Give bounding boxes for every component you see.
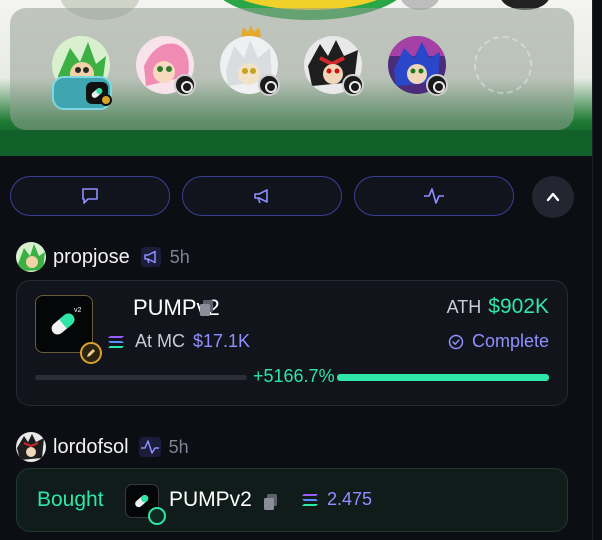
tab-announcements[interactable] — [182, 176, 342, 216]
hero-banner — [0, 0, 592, 156]
token-image[interactable] — [125, 484, 166, 525]
activity-icon — [138, 437, 161, 457]
status-text: Complete — [471, 331, 549, 351]
hero-band — [0, 130, 592, 156]
token-card[interactable]: v2 PUMPv2 At MC $17.1K ATH $902K Complet… — [16, 280, 568, 406]
username[interactable]: lordofsol — [53, 436, 129, 459]
status-badge: Complete — [448, 331, 549, 352]
avatar[interactable] — [16, 242, 46, 272]
scrollbar[interactable] — [592, 0, 602, 540]
copy-icon[interactable] — [263, 493, 279, 511]
amount-value: 2.475 — [327, 489, 373, 509]
avatar[interactable] — [16, 432, 46, 462]
solana-icon — [302, 493, 318, 506]
timestamp: 5h — [168, 436, 189, 457]
slot-badge-icon — [342, 74, 364, 96]
market-cap-row: At MC $17.1K — [107, 331, 250, 352]
megaphone-icon — [254, 189, 268, 204]
check-circle-icon — [448, 334, 464, 349]
trade-card[interactable]: Bought PUMPv2 2.475 — [16, 468, 568, 532]
timestamp: 5h — [169, 246, 190, 267]
ath-row: ATH $902K — [447, 295, 549, 319]
token-image[interactable]: v2 — [35, 295, 102, 364]
svg-text:v2: v2 — [74, 307, 82, 314]
ath-value: $902K — [488, 295, 549, 318]
trade-amount: 2.475 — [301, 489, 372, 510]
slot-badge-icon — [258, 74, 280, 96]
badge-icon — [100, 94, 112, 106]
mc-value: $17.1K — [193, 331, 251, 351]
trade-action: Bought — [37, 488, 104, 511]
progress-fill — [337, 374, 549, 381]
slot-badge-icon — [174, 74, 196, 96]
pencil-icon — [80, 342, 102, 364]
username[interactable]: propjose — [53, 246, 130, 269]
solana-icon — [108, 335, 124, 348]
ath-label: ATH — [446, 297, 482, 317]
chat-icon — [82, 188, 98, 204]
feed-item-header: propjose 5h — [16, 242, 190, 272]
megaphone-icon — [140, 247, 162, 267]
token-name[interactable]: PUMPv2 — [169, 488, 252, 512]
progress-track — [35, 375, 247, 380]
activity-icon — [424, 188, 444, 204]
chevron-up-icon — [546, 192, 560, 202]
pencil-icon — [148, 507, 166, 525]
add-slot-icon[interactable] — [474, 36, 532, 94]
tab-chat[interactable] — [10, 176, 170, 216]
copy-icon[interactable] — [199, 299, 215, 317]
tab-activity[interactable] — [354, 176, 514, 216]
slot-badge-icon — [426, 74, 448, 96]
scroll-up-button[interactable] — [532, 176, 574, 218]
feed-item-header: lordofsol 5h — [16, 432, 189, 462]
change-percent: +5166.7% — [253, 366, 335, 386]
mc-label: At MC — [135, 331, 186, 351]
